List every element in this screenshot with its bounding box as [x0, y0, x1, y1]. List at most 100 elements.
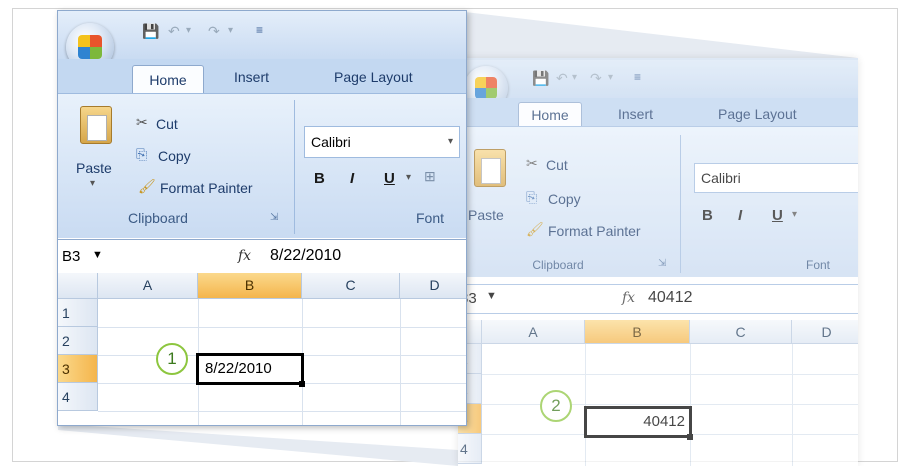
tab-insert[interactable]: Insert	[618, 106, 653, 122]
column-header-a[interactable]: A	[482, 320, 585, 344]
undo-dropdown-icon[interactable]: ▾	[186, 25, 191, 36]
copy-icon[interactable]: ⎘	[526, 189, 537, 206]
clipboard-group-label: Clipboard	[128, 210, 188, 226]
grid-line	[98, 327, 466, 328]
cut-label[interactable]: Cut	[156, 116, 178, 132]
paste-dropdown-icon[interactable]: ▾	[90, 178, 95, 189]
underline-dropdown-icon[interactable]: ▾	[792, 209, 797, 220]
format-painter-label[interactable]: Format Painter	[160, 180, 253, 196]
column-header-b[interactable]: B	[198, 273, 302, 299]
cut-label[interactable]: Cut	[546, 157, 568, 173]
name-box[interactable]: B3	[62, 248, 80, 265]
grid-line	[482, 374, 858, 375]
font-group-label: Font	[416, 210, 445, 226]
grid-line	[482, 404, 858, 405]
redo-icon[interactable]: ↷	[208, 23, 220, 40]
worksheet-grid: A B C D 1 2 3 4 2 40412	[458, 320, 858, 466]
format-painter-icon[interactable]: 🖌	[138, 178, 156, 195]
underline-button[interactable]: U	[772, 207, 783, 224]
paste-label[interactable]: Paste	[468, 207, 504, 223]
paste-label[interactable]: Paste	[76, 160, 112, 176]
row-header-4[interactable]: 4	[458, 434, 482, 464]
excel-window: 💾 ↶ ▾ ↷ ▾ ≡ Home Insert Page Layout Past…	[57, 10, 467, 426]
tab-home[interactable]: Home	[132, 65, 204, 94]
active-cell-value: 40412	[643, 413, 685, 430]
borders-icon[interactable]: ⊞	[424, 168, 436, 185]
active-cell-b3[interactable]: 40412	[584, 406, 692, 438]
redo-icon[interactable]: ↷	[590, 70, 602, 87]
undo-dropdown-icon[interactable]: ▾	[572, 72, 577, 83]
grid-line	[690, 344, 691, 466]
tab-insert[interactable]: Insert	[234, 69, 269, 85]
formula-bar: B3 ▼ fx 8/22/2010	[58, 239, 466, 275]
redo-dropdown-icon[interactable]: ▾	[228, 25, 233, 36]
grid-line	[400, 299, 401, 425]
formula-value[interactable]: 8/22/2010	[270, 247, 341, 265]
font-name-combo[interactable]: Calibri ▾	[304, 126, 460, 158]
clipboard-launcher-icon[interactable]: ⇲	[658, 258, 666, 269]
formula-value[interactable]: 40412	[648, 289, 693, 307]
fx-icon[interactable]: fx	[622, 290, 635, 306]
bold-button[interactable]: B	[702, 207, 713, 224]
cut-icon[interactable]: ✂	[526, 155, 538, 172]
grid-line	[792, 344, 793, 466]
column-header-d[interactable]: D	[792, 320, 858, 344]
format-painter-label[interactable]: Format Painter	[548, 223, 641, 239]
customize-qat-icon[interactable]: ≡	[256, 23, 263, 37]
save-icon[interactable]: 💾	[142, 23, 159, 40]
copy-label[interactable]: Copy	[158, 148, 191, 164]
cut-icon[interactable]: ✂	[136, 114, 148, 131]
tab-home[interactable]: Home	[518, 102, 582, 127]
italic-button[interactable]: I	[350, 170, 354, 187]
group-separator	[294, 100, 295, 234]
save-icon[interactable]: 💾	[532, 70, 549, 87]
grid-line	[585, 344, 586, 466]
tab-page-layout[interactable]: Page Layout	[334, 69, 413, 85]
bold-button[interactable]: B	[314, 170, 325, 187]
column-header-d[interactable]: D	[400, 273, 466, 299]
customize-qat-icon[interactable]: ≡	[634, 70, 641, 84]
paste-icon[interactable]	[474, 149, 506, 187]
callout-1: 1	[156, 343, 188, 375]
fill-handle[interactable]	[687, 434, 693, 440]
clipboard-group-label: Clipboard	[532, 258, 584, 272]
underline-button[interactable]: U	[384, 170, 395, 187]
fx-icon[interactable]: fx	[238, 248, 251, 264]
copy-label[interactable]: Copy	[548, 191, 581, 207]
redo-dropdown-icon[interactable]: ▾	[608, 72, 613, 83]
ribbon-home: Paste ✂ Cut ⎘ Copy 🖌 Format Painter Cali…	[458, 126, 858, 277]
italic-button[interactable]: I	[738, 207, 742, 224]
callout-2: 2	[540, 390, 572, 422]
font-name-value: Calibri	[701, 170, 741, 186]
clipboard-launcher-icon[interactable]: ⇲	[270, 212, 278, 223]
select-all-corner[interactable]	[58, 273, 98, 299]
format-painter-icon[interactable]: 🖌	[526, 221, 544, 238]
row-header-2[interactable]: 2	[58, 327, 98, 355]
undo-icon[interactable]: ↶	[556, 70, 568, 87]
fill-handle[interactable]	[299, 381, 305, 387]
ribbon-home: Paste ▾ ✂ Cut ⎘ Copy 🖌 Format Painter Cl…	[58, 93, 466, 238]
column-header-a[interactable]: A	[98, 273, 198, 299]
underline-dropdown-icon[interactable]: ▾	[406, 172, 411, 183]
column-header-c[interactable]: C	[690, 320, 792, 344]
office-logo-icon	[475, 77, 497, 99]
copy-icon[interactable]: ⎘	[136, 146, 147, 163]
row-header-3[interactable]: 3	[58, 355, 98, 383]
undo-icon[interactable]: ↶	[168, 23, 180, 40]
tab-page-layout[interactable]: Page Layout	[718, 106, 797, 122]
row-header-1[interactable]: 1	[58, 299, 98, 327]
office-logo-icon	[78, 35, 102, 59]
title-bar: 💾 ↶ ▾ ↷ ▾ ≡	[58, 11, 466, 71]
active-cell-b3[interactable]: 8/22/2010	[196, 353, 304, 385]
font-name-combo[interactable]: Calibri	[694, 163, 858, 193]
active-cell-value: 8/22/2010	[205, 360, 272, 377]
paste-icon[interactable]	[80, 106, 112, 144]
column-header-b[interactable]: B	[585, 320, 690, 344]
name-box-dropdown-icon[interactable]: ▼	[92, 249, 103, 261]
name-box-dropdown-icon[interactable]: ▼	[486, 290, 497, 302]
ribbon-tabs: Home Insert Page Layout	[58, 59, 466, 94]
excel-window-zoomed: 💾 ↶ ▾ ↷ ▾ ≡ Home Insert Page Layout Past…	[458, 58, 858, 466]
column-header-c[interactable]: C	[302, 273, 400, 299]
row-header-4[interactable]: 4	[58, 383, 98, 411]
font-name-dropdown-icon[interactable]: ▾	[448, 127, 453, 157]
